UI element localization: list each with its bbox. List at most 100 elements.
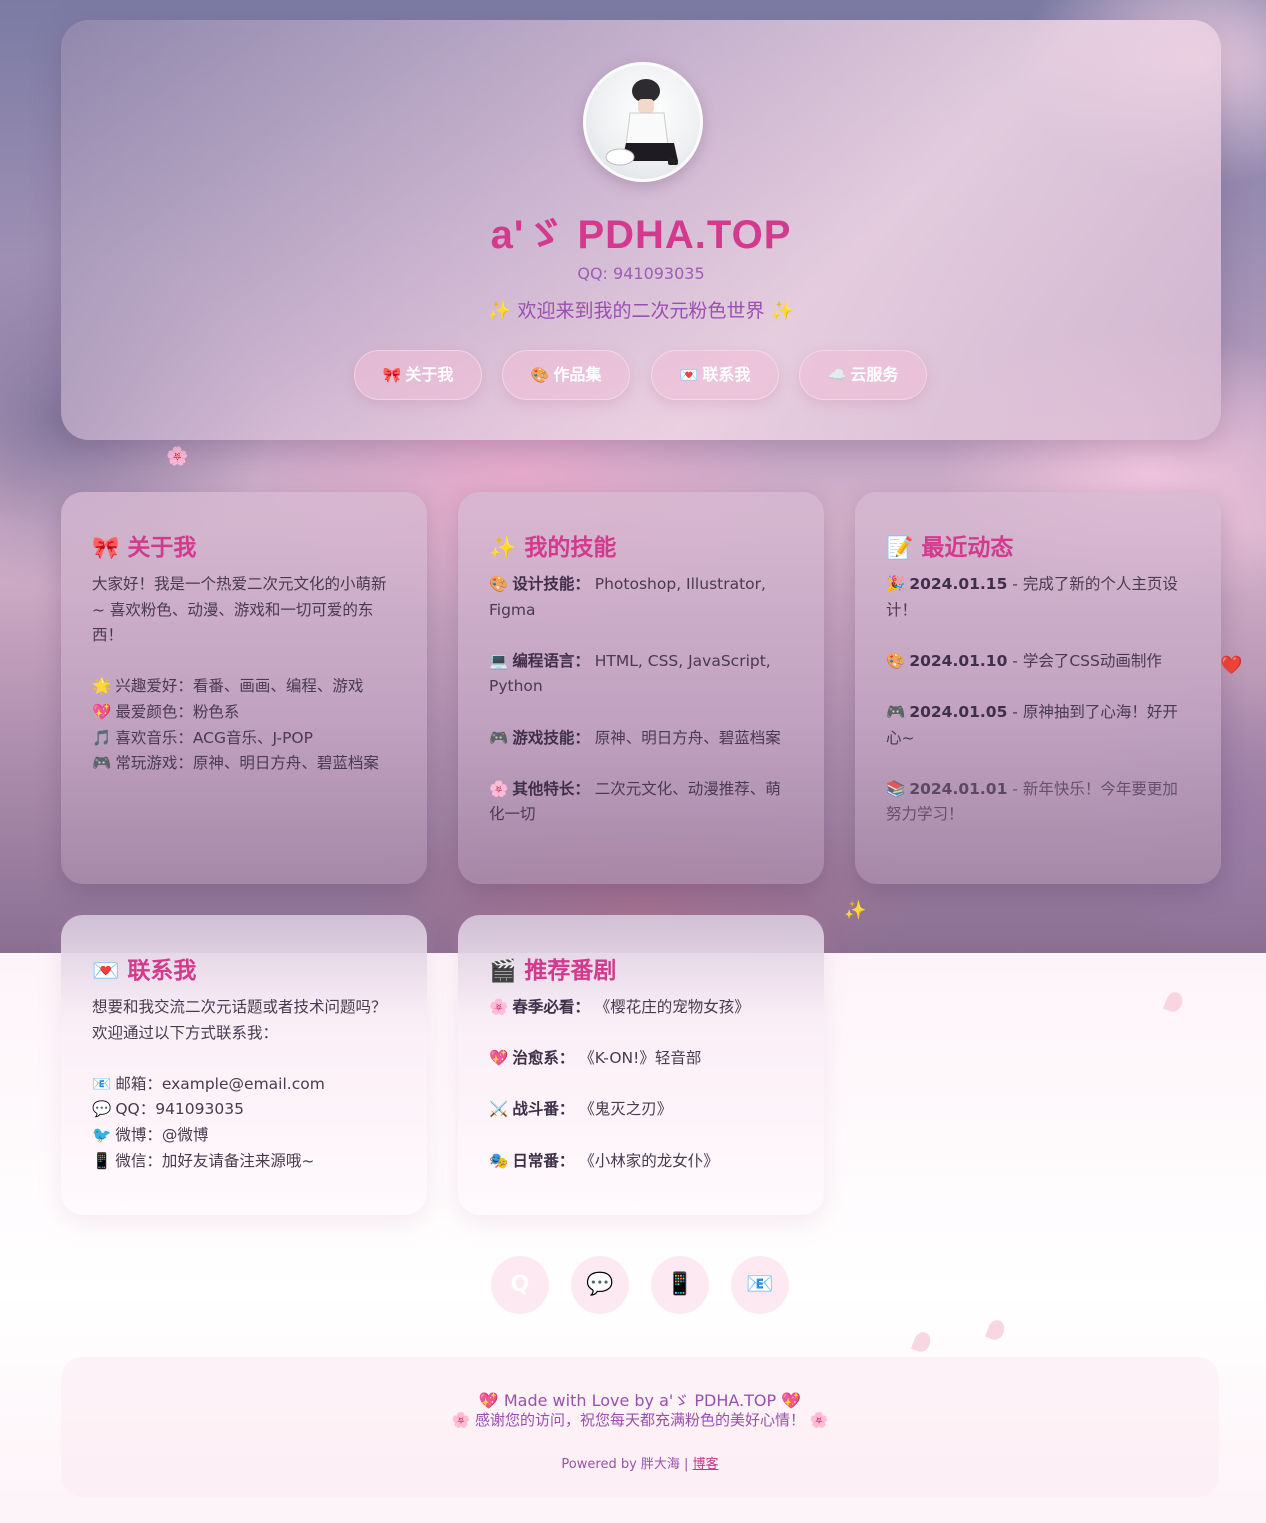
memo-icon: 📝: [886, 536, 914, 561]
news-date: 2024.01.01: [909, 779, 1008, 798]
sakura-sparkle-icon: 🌸: [166, 446, 189, 467]
email-social-button[interactable]: 📧: [731, 1256, 789, 1314]
card-body: 🎉 2024.01.15 - 完成了新的个人主页设计！ 🎨 2024.01.10 -…: [886, 572, 1191, 828]
contact-item[interactable]: 🐦 微博：@微博: [92, 1123, 397, 1149]
mobile-phone-icon: 📱: [92, 1151, 112, 1170]
card-body: 🌸 春季必看： 《樱花庄的宠物女孩》 💖 治愈系： 《K-ON!》轻音部 ⚔️ 战斗番…: [489, 995, 794, 1174]
chat-social-button[interactable]: 💬: [571, 1256, 629, 1314]
news-card: 📝 最近动态 🎉 2024.01.15 - 完成了新的个人主页设计！ 🎨 2024.0…: [855, 492, 1221, 884]
qq-icon: Q: [510, 1272, 530, 1297]
crossed-swords-icon: ⚔️: [489, 1100, 509, 1119]
news-item: 🎉 2024.01.15 - 完成了新的个人主页设计！: [886, 572, 1191, 623]
news-item: 🎮 2024.01.05 - 原神抽到了心海！好开心~: [886, 700, 1191, 751]
glowing-star-icon: 🌟: [92, 677, 112, 696]
list-item: 💖 最爱颜色：粉色系: [92, 700, 397, 726]
contact-card: 💌 联系我 想要和我交流二次元话题或者技术问题吗？欢迎通过以下方式联系我： 📧 邮箱…: [61, 915, 427, 1215]
news-text: - 学会了CSS动画制作: [1007, 651, 1162, 670]
anime-card: 🎬 推荐番剧 🌸 春季必看： 《樱花庄的宠物女孩》 💖 治愈系： 《K-ON!》轻音部…: [458, 915, 824, 1215]
list-item: 🎮 游戏技能： 原神、明日方舟、碧蓝档案: [489, 726, 794, 752]
card-title: 📝 最近动态: [886, 528, 1013, 562]
skill-label: 其他特长：: [512, 779, 590, 798]
about-intro: 大家好！我是一个热爱二次元文化的小萌新~ 喜欢粉色、动漫、游戏和一切可爱的东西！: [92, 575, 387, 645]
ribbon-icon: 🎀: [92, 536, 120, 561]
list-item: 🎮 常玩游戏：原神、明日方舟、碧蓝档案: [92, 751, 397, 777]
footer-credit: 💖 Made with Love by a'ゞ PDHA.TOP 💖: [478, 1391, 802, 1410]
footer-thanks: 🌸 感谢您的访问，祝您每天都充满粉色的美好心情！ 🌸: [451, 1411, 829, 1429]
card-title: 🎬 推荐番剧: [489, 951, 616, 985]
anime-label: 日常番：: [512, 1151, 575, 1170]
welcome-message: ✨ 欢迎来到我的二次元粉色世界 ✨: [487, 300, 795, 322]
email-icon: 📧: [92, 1074, 112, 1093]
books-icon: 📚: [886, 779, 906, 798]
nav-portfolio-button[interactable]: 🎨 作品集: [502, 350, 630, 400]
list-item-text: 最爱颜色：粉色系: [115, 702, 240, 721]
anime-value: 《樱花庄的宠物女孩》: [594, 998, 750, 1016]
phone-social-button[interactable]: 📱: [651, 1256, 709, 1314]
laptop-icon: 💻: [489, 651, 509, 670]
blog-link[interactable]: 博客: [693, 1457, 719, 1472]
contact-text: QQ：941093035: [115, 1100, 244, 1119]
clapperboard-icon: 🎬: [489, 959, 517, 984]
anime-label: 战斗番：: [512, 1100, 575, 1119]
gamepad-icon: 🎮: [886, 702, 906, 721]
anime-item: 🎭 日常番： 《小林家的龙女仆》: [489, 1149, 794, 1175]
site-title: a'ゞ PDHA.TOP: [490, 213, 792, 257]
email-icon: 📧: [746, 1272, 774, 1297]
cloud-icon: ☁️: [827, 366, 847, 384]
contact-text: 邮箱：example@email.com: [115, 1074, 325, 1093]
nav-label: 作品集: [553, 365, 602, 384]
list-item: 🎨 设计技能： Photoshop, Illustrator, Figma: [489, 572, 794, 623]
contact-item[interactable]: 📧 邮箱：example@email.com: [92, 1072, 397, 1098]
card-body: 大家好！我是一个热爱二次元文化的小萌新~ 喜欢粉色、动漫、游戏和一切可爱的东西！…: [92, 572, 397, 777]
list-item-text: 常玩游戏：原神、明日方舟、碧蓝档案: [115, 754, 379, 773]
speech-bubble-icon: 💬: [586, 1272, 614, 1297]
anime-item: ⚔️ 战斗番： 《鬼灭之刃》: [489, 1097, 794, 1123]
nav-cloud-button[interactable]: ☁️ 云服务: [799, 350, 927, 400]
love-letter-icon: 💌: [92, 959, 120, 984]
anime-label: 春季必看：: [512, 998, 590, 1016]
palette-icon: 🎨: [530, 366, 550, 384]
anime-value: 《小林家的龙女仆》: [579, 1151, 719, 1170]
heart-sparkle-icon: ❤️: [1220, 655, 1243, 676]
anime-item: 💖 治愈系： 《K-ON!》轻音部: [489, 1046, 794, 1072]
heart-icon: 💖: [489, 1049, 509, 1068]
nav-label: 联系我: [702, 365, 751, 384]
list-item: 🌟 兴趣爱好：看番、画画、编程、游戏: [92, 674, 397, 700]
cherry-blossom-icon: 🌸: [489, 998, 509, 1016]
card-title: 💌 联系我: [92, 951, 196, 985]
news-date: 2024.01.05: [909, 702, 1008, 721]
heart-icon: 💖: [92, 702, 112, 721]
card-title-text: 最近动态: [921, 535, 1014, 561]
card-body: 🎨 设计技能： Photoshop, Illustrator, Figma 💻 编程…: [489, 572, 794, 828]
card-title: ✨ 我的技能: [489, 528, 616, 562]
nav-contact-button[interactable]: 💌 联系我: [651, 350, 779, 400]
skill-label: 游戏技能：: [512, 728, 590, 747]
palette-icon: 🎨: [886, 651, 906, 670]
cherry-blossom-icon: 🌸: [489, 779, 509, 798]
contact-item[interactable]: 📱 微信：加好友请备注来源哦~: [92, 1149, 397, 1175]
ribbon-icon: 🎀: [382, 366, 402, 384]
card-title-text: 推荐番剧: [524, 958, 617, 984]
qq-number: QQ: 941093035: [577, 264, 705, 283]
skill-value: 原神、明日方舟、碧蓝档案: [594, 728, 781, 747]
qq-social-button[interactable]: Q: [491, 1256, 549, 1314]
gamepad-icon: 🎮: [489, 728, 509, 747]
skills-card: ✨ 我的技能 🎨 设计技能： Photoshop, Illustrator, Fig…: [458, 492, 824, 884]
theater-masks-icon: 🎭: [489, 1151, 509, 1170]
main-nav: 🎀 关于我 🎨 作品集 💌 联系我 ☁️ 云服务: [354, 350, 934, 400]
nav-about-button[interactable]: 🎀 关于我: [354, 350, 482, 400]
speech-bubble-icon: 💬: [92, 1100, 112, 1119]
contact-text: 微信：加好友请备注来源哦~: [115, 1151, 315, 1170]
party-popper-icon: 🎉: [886, 575, 906, 593]
music-note-icon: 🎵: [92, 728, 112, 747]
news-item: 🎨 2024.01.10 - 学会了CSS动画制作: [886, 649, 1191, 675]
palette-icon: 🎨: [489, 575, 509, 593]
card-title-text: 我的技能: [524, 535, 617, 561]
contact-text: 微博：@微博: [115, 1125, 209, 1144]
avatar[interactable]: [583, 62, 703, 182]
list-item: 🌸 其他特长： 二次元文化、动漫推荐、萌化一切: [489, 777, 794, 828]
nav-label: 云服务: [850, 365, 899, 384]
anime-label: 治愈系：: [512, 1049, 575, 1068]
contact-item[interactable]: 💬 QQ：941093035: [92, 1097, 397, 1123]
skill-label: 编程语言：: [512, 651, 590, 670]
